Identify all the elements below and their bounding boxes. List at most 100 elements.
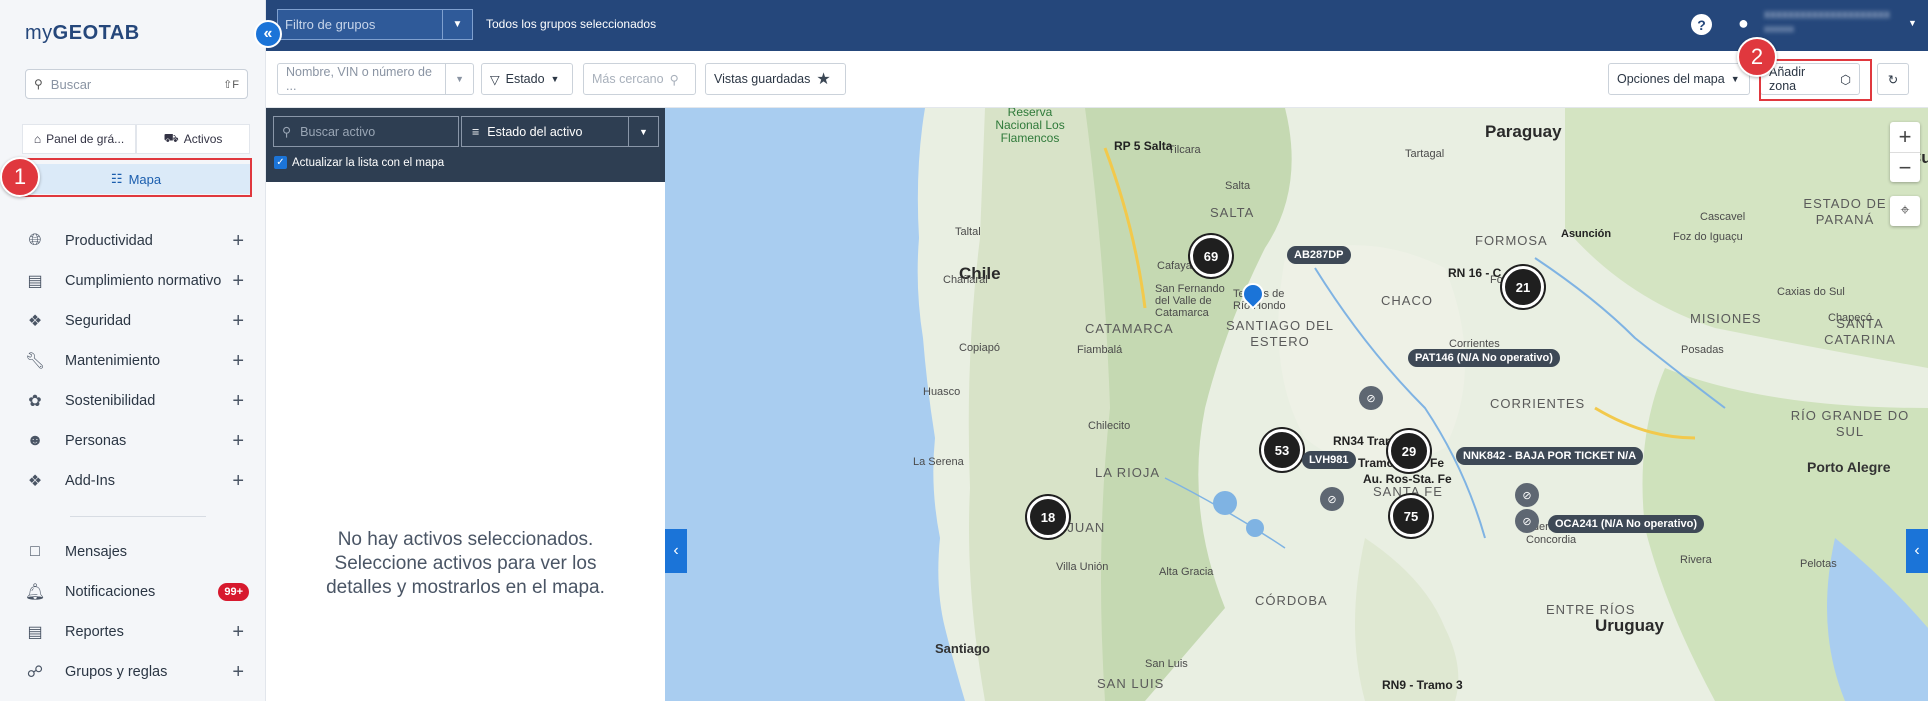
collapse-left-panel-button[interactable]: ‹ <box>665 529 687 573</box>
zoom-out-button[interactable]: − <box>1890 152 1920 182</box>
sidebar-item-notificaciones[interactable]: 🔔︎ Notificaciones 99+ <box>0 572 266 612</box>
asset-cluster[interactable]: 69 <box>1190 235 1232 277</box>
expand-plus-icon[interactable]: + <box>232 390 244 413</box>
crosshair-icon: ⌖ <box>1900 202 1910 219</box>
map-terrain <box>917 108 1928 701</box>
map-label-paraguay: Paraguay <box>1485 122 1562 141</box>
map-label-city: San Luis <box>1145 658 1188 670</box>
map-label-province: CATAMARCA <box>1085 321 1174 336</box>
search-placeholder: Buscar <box>50 76 92 92</box>
sidebar-item-productividad[interactable]: 🌐︎ Productividad + <box>0 221 266 261</box>
map-label-city: Pelotas <box>1800 558 1837 570</box>
expand-right-panel-button[interactable]: ‹ <box>1906 529 1928 573</box>
chevron-down-icon[interactable]: ▼ <box>1908 18 1917 28</box>
chevron-down-icon[interactable]: ▼ <box>628 117 658 146</box>
sidebar-item-reportes[interactable]: ▤ Reportes + <box>0 612 266 652</box>
bell-icon: 🔔︎ <box>24 584 46 601</box>
user-email[interactable]: xxxxxxxxxxxxxxxxxxxxx <box>1764 7 1890 21</box>
messages-icon: □ <box>30 543 40 560</box>
map-label-province: CÓRDOBA <box>1255 593 1328 608</box>
expand-plus-icon[interactable]: + <box>232 661 244 684</box>
nearest-button[interactable]: Más cercano ⚲ <box>583 63 696 95</box>
expand-plus-icon[interactable]: + <box>232 430 244 453</box>
map-label-province: CORRIENTES <box>1490 396 1586 411</box>
map-label-city: Asunción <box>1561 228 1612 240</box>
asset-cluster[interactable]: 21 <box>1502 266 1544 308</box>
asset-tag[interactable]: LVH981 <box>1302 451 1356 469</box>
asset-tag[interactable]: OCA241 (N/A No operativo) <box>1548 515 1705 533</box>
collapse-sidebar-button[interactable]: « <box>254 20 282 48</box>
sidebar-item-grupos[interactable]: ☍ Grupos y reglas + <box>0 652 266 692</box>
expand-plus-icon[interactable]: + <box>232 470 244 493</box>
expand-plus-icon[interactable]: + <box>232 310 244 333</box>
asset-cluster[interactable]: 75 <box>1390 495 1432 537</box>
sidebar-item-seguridad[interactable]: ❖ Seguridad + <box>0 301 266 341</box>
sidebar-item-mantenimiento[interactable]: 🔧︎ Mantenimiento + <box>0 341 266 381</box>
help-icon[interactable]: ? <box>1691 14 1712 35</box>
my-location-button[interactable]: ⌖ <box>1890 196 1920 226</box>
chevron-down-icon: ▼ <box>550 74 560 84</box>
expand-plus-icon[interactable]: + <box>232 621 244 644</box>
people-icon: ☻ <box>26 432 44 449</box>
offline-vehicle-icon[interactable]: ⊘ <box>1359 386 1383 410</box>
update-list-checkbox[interactable]: ✓ Actualizar la lista con el mapa <box>274 156 444 169</box>
expand-plus-icon[interactable]: + <box>232 230 244 253</box>
asset-tag[interactable]: NNK842 - BAJA POR TICKET N/A <box>1456 447 1644 465</box>
nav-divider <box>70 516 206 517</box>
map-label-city: Huasco <box>923 386 961 398</box>
tab-assets[interactable]: ⛟ Activos <box>136 124 250 154</box>
tab-dashboard[interactable]: ⌂ Panel de grá... <box>22 124 136 154</box>
map-label-province: MISIONES <box>1690 311 1762 326</box>
asset-cluster[interactable]: 53 <box>1261 429 1303 471</box>
map-label-city: Taltal <box>955 226 981 238</box>
chevron-down-icon[interactable]: ▼ <box>445 64 473 94</box>
map-label-province: SAN LUIS <box>1097 676 1165 691</box>
map-label-city: Tartagal <box>1405 148 1445 160</box>
group-filter-input[interactable]: Filtro de grupos ▼ <box>277 9 473 40</box>
asset-cluster[interactable]: 29 <box>1388 430 1430 472</box>
sidebar-item-cumplimiento[interactable]: ▤ Cumplimiento normativo + <box>0 261 266 301</box>
state-filter-button[interactable]: ▽ Estado ▼ <box>481 63 573 95</box>
truck-icon: ⛟ <box>163 131 179 145</box>
asset-search-input[interactable]: ⚲ Buscar activo <box>273 116 459 147</box>
map-label-city: Tilcara <box>1168 144 1201 156</box>
user-icon[interactable]: ● <box>1738 13 1749 34</box>
map-label-city: Foz do Iguaçu <box>1673 231 1743 243</box>
saved-views-button[interactable]: Vistas guardadas ★ <box>705 63 846 95</box>
refresh-button[interactable]: ↻ <box>1877 63 1909 95</box>
user-database: xxxxxx <box>1764 24 1794 35</box>
expand-plus-icon[interactable]: + <box>232 270 244 293</box>
step-1-badge: 1 <box>0 157 40 197</box>
mygeotab-logo[interactable]: myGEOTAB <box>25 22 140 45</box>
globe-icon: 🌐︎ <box>28 232 42 249</box>
sidebar-item-mensajes[interactable]: □ Mensajes <box>0 532 266 572</box>
offline-vehicle-icon[interactable]: ⊘ <box>1320 487 1344 511</box>
sidebar-item-sostenibilidad[interactable]: ✿ Sostenibilidad + <box>0 381 266 421</box>
map-label-park: Reserva Nacional Los Flamencos <box>995 108 1065 145</box>
sidebar-item-addins[interactable]: ❖ Add-Ins + <box>0 461 266 501</box>
map-label-city: Villa Unión <box>1056 561 1109 573</box>
sidebar-search-input[interactable]: ⚲ Buscar ⇧F <box>25 69 248 99</box>
map-label-city: Chañaral <box>943 274 988 286</box>
asset-tag[interactable]: PAT146 (N/A No operativo) <box>1408 349 1560 367</box>
expand-plus-icon[interactable]: + <box>232 350 244 373</box>
chevron-down-icon[interactable]: ▼ <box>442 10 472 39</box>
map-view[interactable]: Paraguay Chile Uruguay SALTA CATAMARCA S… <box>665 108 1928 701</box>
refresh-icon: ↻ <box>1887 72 1899 87</box>
sidebar: myGEOTAB ⚲ Buscar ⇧F ⌂ Panel de grá... ⛟… <box>0 0 266 701</box>
sidebar-item-personas[interactable]: ☻ Personas + <box>0 421 266 461</box>
offline-vehicle-icon[interactable]: ⊘ <box>1515 483 1539 507</box>
search-icon: ⚲ <box>34 77 43 91</box>
map-label-city: Chapecó <box>1828 312 1873 324</box>
zoom-in-button[interactable]: + <box>1890 122 1920 152</box>
asset-cluster[interactable]: 18 <box>1027 496 1069 538</box>
vin-search-input[interactable]: Nombre, VIN o número de ... ▼ <box>277 63 474 95</box>
location-pin-icon: ⚲ <box>669 72 679 87</box>
map-options-button[interactable]: Opciones del mapa ▼ <box>1608 63 1750 95</box>
asset-tag[interactable]: AB287DP <box>1287 246 1351 264</box>
offline-vehicle-icon[interactable]: ⊘ <box>1515 509 1539 533</box>
search-icon: ⚲ <box>282 125 292 139</box>
leaf-icon: ✿ <box>28 393 42 410</box>
asset-state-sort-button[interactable]: ≡ Estado del activo ▼ <box>461 116 659 147</box>
step-2-badge: 2 <box>1737 37 1777 77</box>
